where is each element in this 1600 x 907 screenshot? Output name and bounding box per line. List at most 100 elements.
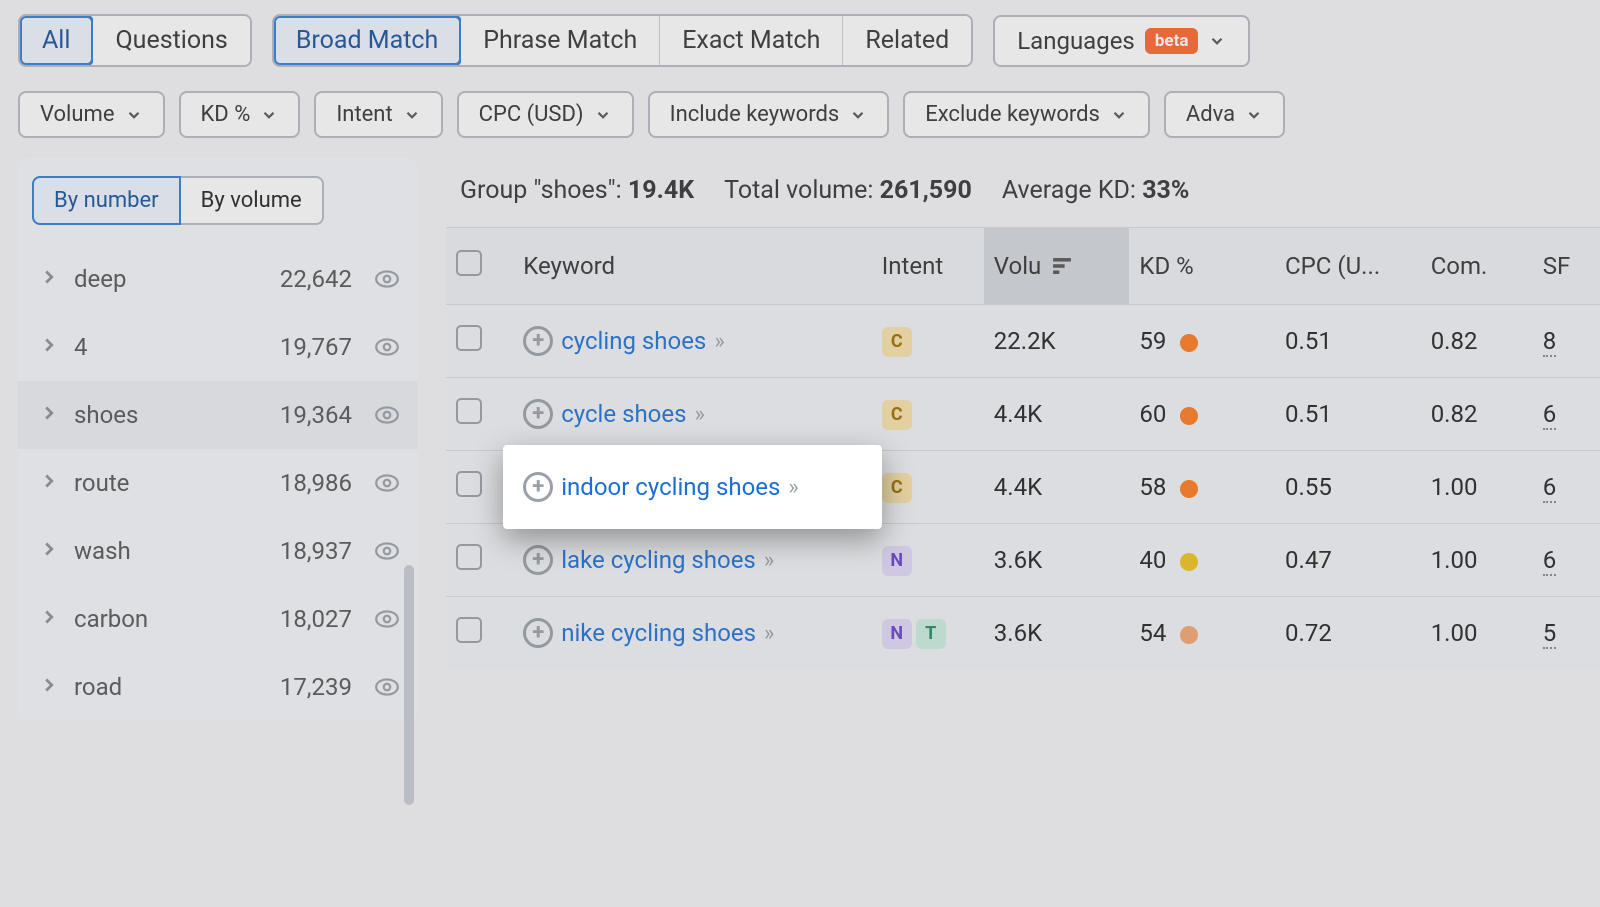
col-sf[interactable]: SF bbox=[1533, 228, 1600, 305]
col-keyword[interactable]: Keyword bbox=[513, 228, 872, 305]
cell-com: 0.82 bbox=[1421, 305, 1533, 378]
group-row-carbon[interactable]: carbon18,027 bbox=[18, 585, 418, 653]
row-checkbox[interactable] bbox=[456, 617, 482, 643]
cell-intent: N bbox=[872, 524, 984, 597]
keyword-link[interactable]: cycling shoes bbox=[561, 327, 706, 355]
cell-cpc: 0.55 bbox=[1275, 451, 1421, 524]
group-row-deep[interactable]: deep22,642 bbox=[18, 245, 418, 313]
sf-value[interactable]: 6 bbox=[1543, 546, 1557, 576]
chevron-down-icon bbox=[403, 106, 421, 124]
expand-icon[interactable]: + bbox=[523, 618, 553, 648]
filter-exclude-keywords[interactable]: Exclude keywords bbox=[903, 91, 1150, 138]
cell-volume: 3.6K bbox=[984, 524, 1130, 597]
group-row-shoes[interactable]: shoes19,364 bbox=[18, 381, 418, 449]
sidebar-tab-by-volume[interactable]: By volume bbox=[181, 176, 324, 225]
eye-icon[interactable] bbox=[374, 402, 400, 428]
sf-value[interactable]: 5 bbox=[1543, 619, 1557, 649]
col-intent[interactable]: Intent bbox=[872, 228, 984, 305]
eye-icon[interactable] bbox=[374, 538, 400, 564]
eye-icon[interactable] bbox=[374, 470, 400, 496]
select-all-checkbox[interactable] bbox=[456, 250, 482, 276]
intent-badge-c: C bbox=[882, 327, 912, 357]
eye-icon[interactable] bbox=[374, 674, 400, 700]
col-com[interactable]: Com. bbox=[1421, 228, 1533, 305]
tabgroup-match: Broad MatchPhrase MatchExact MatchRelate… bbox=[272, 14, 973, 67]
tab-related[interactable]: Related bbox=[843, 16, 971, 65]
chevron-down-icon bbox=[849, 106, 867, 124]
table-body: +cycling shoes»C22.2K59 0.510.828+cycle … bbox=[446, 305, 1600, 670]
tab-questions[interactable]: Questions bbox=[93, 16, 249, 65]
row-checkbox[interactable] bbox=[456, 471, 482, 497]
languages-dropdown[interactable]: Languages beta bbox=[993, 15, 1250, 67]
eye-icon[interactable] bbox=[374, 606, 400, 632]
filters-row: Volume KD % Intent CPC (USD) Include keyword… bbox=[0, 67, 1600, 158]
group-count: 18,986 bbox=[280, 469, 352, 497]
group-row-road[interactable]: road17,239 bbox=[18, 653, 418, 721]
eye-icon[interactable] bbox=[374, 266, 400, 292]
col-volume[interactable]: Volu bbox=[984, 228, 1130, 305]
languages-label: Languages bbox=[1017, 27, 1135, 55]
cell-cpc: 0.47 bbox=[1275, 524, 1421, 597]
cell-kd: 60 bbox=[1129, 378, 1275, 451]
keyword-link[interactable]: indoor cycling shoes bbox=[561, 473, 780, 501]
sidebar-tab-by-number[interactable]: By number bbox=[32, 176, 181, 225]
group-row-4[interactable]: 419,767 bbox=[18, 313, 418, 381]
keyword-link[interactable]: cycle shoes bbox=[561, 400, 686, 428]
col-cpc[interactable]: CPC (U... bbox=[1275, 228, 1421, 305]
tabgroup-view: AllQuestions bbox=[18, 14, 252, 67]
tab-phrase-match[interactable]: Phrase Match bbox=[461, 16, 660, 65]
cell-cpc: 0.51 bbox=[1275, 305, 1421, 378]
intent-badge-c: C bbox=[882, 400, 912, 430]
col-kd[interactable]: KD % bbox=[1129, 228, 1275, 305]
cell-sf: 8 bbox=[1533, 305, 1600, 378]
group-row-wash[interactable]: wash 18,937 bbox=[18, 517, 418, 585]
expand-icon[interactable]: + bbox=[523, 399, 553, 429]
filter-include-keywords[interactable]: Include keywords bbox=[648, 91, 890, 138]
tab-all[interactable]: All bbox=[20, 16, 93, 65]
eye-icon[interactable] bbox=[374, 334, 400, 360]
sf-value[interactable]: 8 bbox=[1543, 327, 1557, 357]
keyword-link[interactable]: lake cycling shoes bbox=[561, 546, 756, 574]
group-count: 22,642 bbox=[280, 265, 352, 293]
row-checkbox[interactable] bbox=[456, 544, 482, 570]
row-checkbox[interactable] bbox=[456, 325, 482, 351]
cell-kd: 58 bbox=[1129, 451, 1275, 524]
expand-icon[interactable]: + bbox=[523, 472, 553, 502]
sf-value[interactable]: 6 bbox=[1543, 473, 1557, 503]
group-count: 18,937 bbox=[280, 537, 352, 565]
double-chevron-icon[interactable]: » bbox=[764, 621, 774, 646]
cell-kd: 54 bbox=[1129, 597, 1275, 670]
sf-value[interactable]: 6 bbox=[1543, 400, 1557, 430]
filter-kd-[interactable]: KD % bbox=[179, 91, 301, 138]
chevron-right-icon bbox=[38, 266, 60, 292]
filter-adva[interactable]: Adva bbox=[1164, 91, 1285, 138]
group-name: wash bbox=[74, 537, 266, 565]
table-row: +cycle shoes»C4.4K60 0.510.826 bbox=[446, 378, 1600, 451]
double-chevron-icon[interactable]: » bbox=[714, 329, 724, 354]
col-checkbox[interactable] bbox=[446, 228, 513, 305]
chevron-right-icon bbox=[38, 606, 60, 632]
chevron-right-icon bbox=[38, 538, 60, 564]
sort-desc-icon bbox=[1053, 252, 1071, 280]
chevron-right-icon bbox=[38, 334, 60, 360]
filter-intent[interactable]: Intent bbox=[314, 91, 442, 138]
summary-stats: Group "shoes": 19.4K Total volume: 261,5… bbox=[446, 176, 1600, 227]
scrollbar[interactable] bbox=[404, 565, 414, 805]
expand-icon[interactable]: + bbox=[523, 545, 553, 575]
keyword-link[interactable]: nike cycling shoes bbox=[561, 619, 756, 647]
tab-exact-match[interactable]: Exact Match bbox=[660, 16, 843, 65]
intent-badge-n: N bbox=[882, 619, 912, 649]
double-chevron-icon[interactable]: » bbox=[788, 475, 798, 500]
group-row-route[interactable]: route18,986 bbox=[18, 449, 418, 517]
filter-volume[interactable]: Volume bbox=[18, 91, 165, 138]
tab-broad-match[interactable]: Broad Match bbox=[274, 16, 461, 65]
filter-cpc-usd-[interactable]: CPC (USD) bbox=[457, 91, 634, 138]
cell-volume: 4.4K bbox=[984, 451, 1130, 524]
expand-icon[interactable]: + bbox=[523, 326, 553, 356]
stat-kd: Average KD: 33% bbox=[1002, 176, 1190, 205]
table-header-row: Keyword Intent Volu KD % CPC (U... Com. … bbox=[446, 228, 1600, 305]
group-count: 17,239 bbox=[280, 673, 352, 701]
double-chevron-icon[interactable]: » bbox=[694, 402, 704, 427]
double-chevron-icon[interactable]: » bbox=[764, 548, 774, 573]
row-checkbox[interactable] bbox=[456, 398, 482, 424]
